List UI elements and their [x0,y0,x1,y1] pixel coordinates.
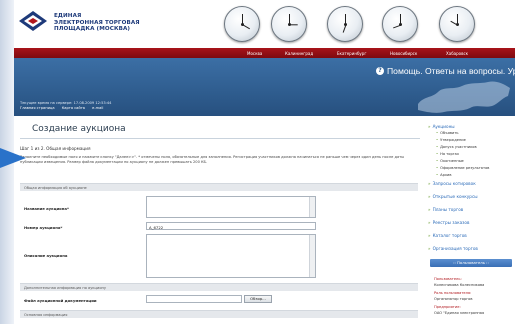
file-path-input[interactable] [146,295,242,303]
top-nav: Главная страница Карта сайта e-mail [20,106,109,110]
sidebar-sub-label[interactable]: Оконченные [440,159,464,163]
company-value: ОАО "Единая электронная [434,311,485,315]
auction-description-input[interactable] [146,234,316,278]
auction-name-label: Название аукциона* [24,206,69,211]
city-label: Екатеринбург [337,50,367,56]
sidebar-registers[interactable]: » Реестры заказов [428,220,469,225]
step-indicator: Шаг 1 из 2. Общая информация [20,146,91,151]
pointer-arrow-icon [0,148,26,168]
company-label: Предприятие: [434,305,461,309]
browse-button[interactable]: Обзор... [244,295,272,303]
city-label: Новосибирск [390,50,418,56]
file-label: Файл аукционной документации [24,298,97,303]
nav-home-link[interactable]: Главная страница [20,106,55,110]
city-label: Хабаровск [446,50,469,56]
clock-icon [224,6,260,42]
brand-line-1: ЕДИНАЯ [54,13,82,19]
sidebar-auctions-label[interactable]: Аукционы [433,124,455,129]
section-basic: Основная информация [20,310,418,318]
clock-icon [382,6,418,42]
section-general: Общая информация об аукционе [20,183,418,191]
logo-icon[interactable] [18,10,48,32]
sidebar-sub-item[interactable]: • Оконченные [436,159,464,163]
site-header: ЕДИНАЯ ЭЛЕКТРОННАЯ ТОРГОВАЯ ПЛОЩАДКА (МО… [14,0,515,46]
auction-number-label: Номер аукциона* [24,225,63,230]
sidebar-sub-label[interactable]: Допуск участников [440,145,476,149]
nav-email-link[interactable]: e-mail [92,106,103,110]
sidebar-link-label[interactable]: Реестры заказов [433,220,470,225]
scrollbar[interactable] [309,235,315,277]
user-menu-button[interactable]: :: Пользователь :: [430,259,512,267]
server-time: Текущее время на сервере: 17.08.2009 12:… [20,101,112,105]
sidebar-sub-label[interactable]: Архив [440,173,451,177]
sidebar-tenders[interactable]: » Открытые конкурсы [428,194,478,199]
sidebar-sub-label[interactable]: Утверждение [440,138,466,142]
sidebar-sub-label[interactable]: Объявить [440,131,458,135]
clock-icon [439,6,475,42]
scrollbar[interactable] [309,197,315,217]
sidebar-sub-item[interactable]: • Архив [436,173,451,177]
sidebar-link-label[interactable]: Организация торгов [433,246,478,251]
title-divider [20,138,420,139]
section-extra-title: Дополнительная информация по аукциону [24,285,106,290]
form-instructions: Заполните необходимые поля и нажмите кно… [20,155,405,165]
brand-line-2: ЭЛЕКТРОННАЯ ТОРГОВАЯ [54,19,140,26]
section-basic-title: Основная информация [24,312,68,317]
sidebar-sub-label[interactable]: Оформление результатов [440,166,489,170]
auction-name-input[interactable] [146,196,316,218]
sidebar-quotes[interactable]: » Запросы котировок [428,181,476,186]
city-label: Калининград [285,50,314,56]
brand-line-3: ПЛОЩАДКА (МОСКВА) [54,26,131,33]
sidebar-sub-item[interactable]: • Объявить [436,131,459,135]
clock-icon [327,6,363,42]
user-value: Колесникова Колесникова [434,283,485,287]
sidebar-link-label[interactable]: Каталог торгов [433,233,467,238]
role-value: Организатор торгов [434,297,473,301]
nav-sitemap-link[interactable]: Карта сайта [62,106,85,110]
sidebar-sub-item[interactable]: • Допуск участников [436,145,477,149]
brand-name: ЕДИНАЯ ЭЛЕКТРОННАЯ ТОРГОВАЯ ПЛОЩАДКА (МО… [54,13,174,33]
auction-number-input[interactable]: А_6722 [146,222,316,230]
screen: ЕДИНАЯ ЭЛЕКТРОННАЯ ТОРГОВАЯ ПЛОЩАДКА (МО… [0,0,515,324]
sidebar-sub-item[interactable]: • Оформление результатов [436,166,489,170]
sidebar-catalog[interactable]: » Каталог торгов [428,233,467,238]
sidebar-auctions[interactable]: » Аукционы [428,124,455,129]
sidebar-link-label[interactable]: Планы торгов [433,207,464,212]
sidebar-plans[interactable]: » Планы торгов [428,207,463,212]
browser-page: ЕДИНАЯ ЭЛЕКТРОННАЯ ТОРГОВАЯ ПЛОЩАДКА (МО… [14,0,515,324]
section-extra: Дополнительная информация по аукциону [20,283,418,291]
question-icon[interactable]: ? [376,67,384,75]
sidebar-sub-item[interactable]: • На торгах [436,152,459,156]
role-label: Роль пользователя: [434,291,472,295]
help-link[interactable]: Помощь. Ответы на вопросы. Ур [387,66,515,76]
sidebar-organization[interactable]: » Организация торгов [428,246,478,251]
sidebar-sub-label[interactable]: На торгах [440,152,459,156]
russia-map-icon [418,81,510,113]
section-general-title: Общая информация об аукционе [24,185,87,190]
clock-icon [271,6,307,42]
sidebar-link-label[interactable]: Открытые конкурсы [433,194,478,199]
sidebar-sub-item[interactable]: • Утверждение [436,138,466,142]
city-time-bar: Москва Калининград Екатеринбург Новосиби… [14,48,515,58]
city-label: Москва [247,50,263,56]
page-title: Создание аукциона [32,124,126,134]
auction-description-label: Описание аукциона [24,253,68,258]
user-label: Пользователь: [434,277,462,281]
sidebar-link-label[interactable]: Запросы котировок [433,181,476,186]
